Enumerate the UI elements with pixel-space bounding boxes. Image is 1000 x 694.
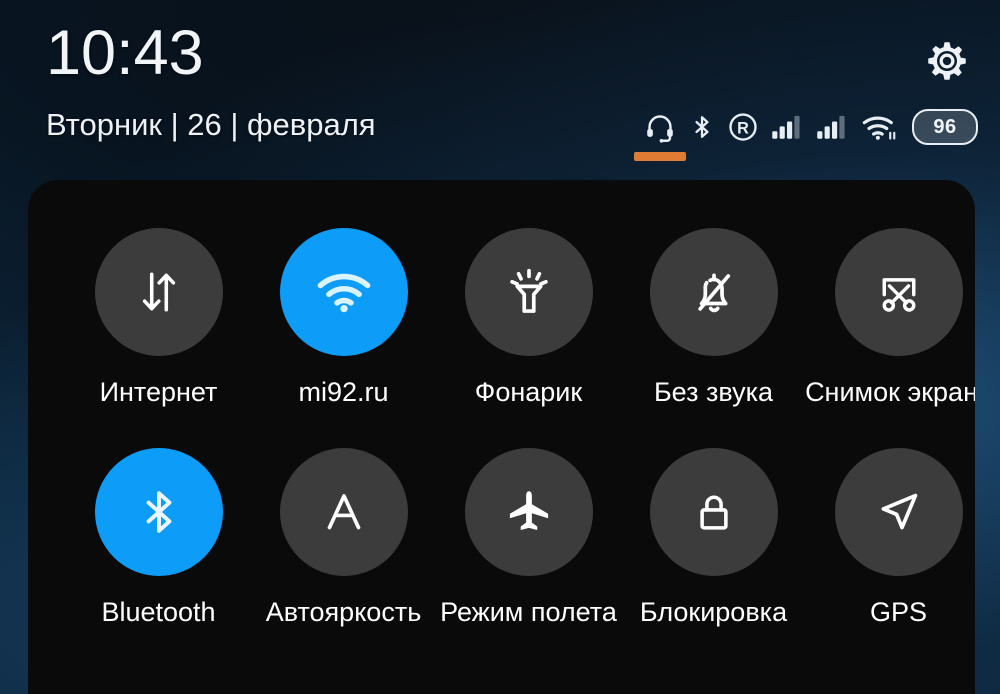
screenshot-scissors-icon: [882, 278, 915, 312]
qs-tile-gps[interactable]: GPS: [804, 420, 975, 668]
qs-tile-bluetooth[interactable]: Bluetooth: [64, 420, 253, 668]
bluetooth-icon: [695, 116, 709, 138]
roaming-icon: R: [729, 113, 757, 141]
bell-off-icon: [697, 273, 730, 313]
bluetooth-icon: [146, 491, 171, 533]
tile-bubble: [94, 228, 223, 356]
tile-label-clip: Режим полета: [434, 576, 623, 628]
wifi-icon: [862, 116, 896, 140]
status-icon-tray: R 96: [634, 104, 978, 161]
headset-active-indicator: [634, 152, 686, 161]
svg-text:R: R: [737, 119, 749, 137]
tile-bubble: [279, 228, 408, 356]
battery-level: 96: [933, 116, 957, 138]
signal-sim2-icon: [817, 115, 845, 139]
qs-tile-label: Режим полета: [440, 597, 617, 627]
quick-settings-panel: Интернет mi92.ru Фонарик Без звука Снимо…: [28, 180, 975, 694]
tile-bubble: [464, 448, 593, 576]
quick-settings-row-1: Интернет mi92.ru Фонарик Без звука Снимо…: [28, 180, 975, 420]
notification-shade-screen: 10:43 Вторник | 26 | февраля R 96 Интерн…: [0, 0, 1000, 694]
clock: 10:43: [46, 18, 204, 88]
tile-bubble: [834, 228, 963, 356]
lock-icon: [699, 495, 728, 530]
qs-tile-label: Блокировка: [639, 597, 788, 627]
tile-label-clip: Автояркость: [249, 576, 438, 628]
qs-tile-label: GPS: [869, 597, 928, 627]
tile-bubble: [649, 448, 778, 576]
tile-label-clip: mi92.ru: [249, 356, 438, 408]
date-label: Вторник | 26 | февраля: [46, 107, 376, 142]
qs-tile-lock[interactable]: Блокировка: [619, 420, 808, 668]
battery-indicator: 96: [912, 109, 978, 145]
wifi-icon: [317, 273, 370, 313]
tile-label-clip: Интернет: [64, 356, 253, 408]
qs-tile-label: Фонарик: [474, 377, 583, 407]
tile-label-clip: Фонарик: [434, 356, 623, 408]
airplane-icon: [509, 491, 548, 530]
qs-tile-label: Без звука: [653, 377, 774, 407]
tile-label-clip: Снимок экрана: [804, 356, 975, 408]
tile-label-clip: GPS: [804, 576, 975, 628]
status-bar: 10:43 Вторник | 26 | февраля R 96: [0, 0, 1000, 180]
tile-bubble: [464, 228, 593, 356]
navigation-arrow-icon: [881, 493, 917, 530]
tile-bubble: [279, 448, 408, 576]
auto-brightness-icon: [327, 494, 360, 530]
qs-tile-airplane-mode[interactable]: Режим полета: [434, 420, 623, 668]
qs-tile-label: Bluetooth: [101, 597, 216, 627]
data-transfer-icon: [142, 272, 175, 312]
tile-bubble: [94, 448, 223, 576]
gear-icon[interactable]: [922, 36, 972, 86]
tile-label-clip: Без звука: [619, 356, 808, 408]
signal-sim1-icon: [772, 115, 800, 139]
qs-tile-label: mi92.ru: [298, 377, 389, 407]
tile-label-clip: Блокировка: [619, 576, 808, 628]
tile-bubble: [649, 228, 778, 356]
quick-settings-grid: Интернет mi92.ru Фонарик Без звука Снимо…: [28, 180, 975, 640]
tile-label-clip: Bluetooth: [64, 576, 253, 628]
qs-tile-auto-brightness[interactable]: Автояркость: [249, 420, 438, 668]
headset-icon: [634, 111, 686, 161]
tile-bubble: [834, 448, 963, 576]
qs-tile-label: Автояркость: [265, 597, 422, 627]
qs-tile-label: Снимок экрана: [805, 377, 975, 407]
flashlight-icon: [509, 268, 548, 313]
qs-tile-label: Интернет: [99, 377, 218, 407]
quick-settings-row-2: Bluetooth Автояркость Режим полета Блоки…: [28, 420, 975, 640]
